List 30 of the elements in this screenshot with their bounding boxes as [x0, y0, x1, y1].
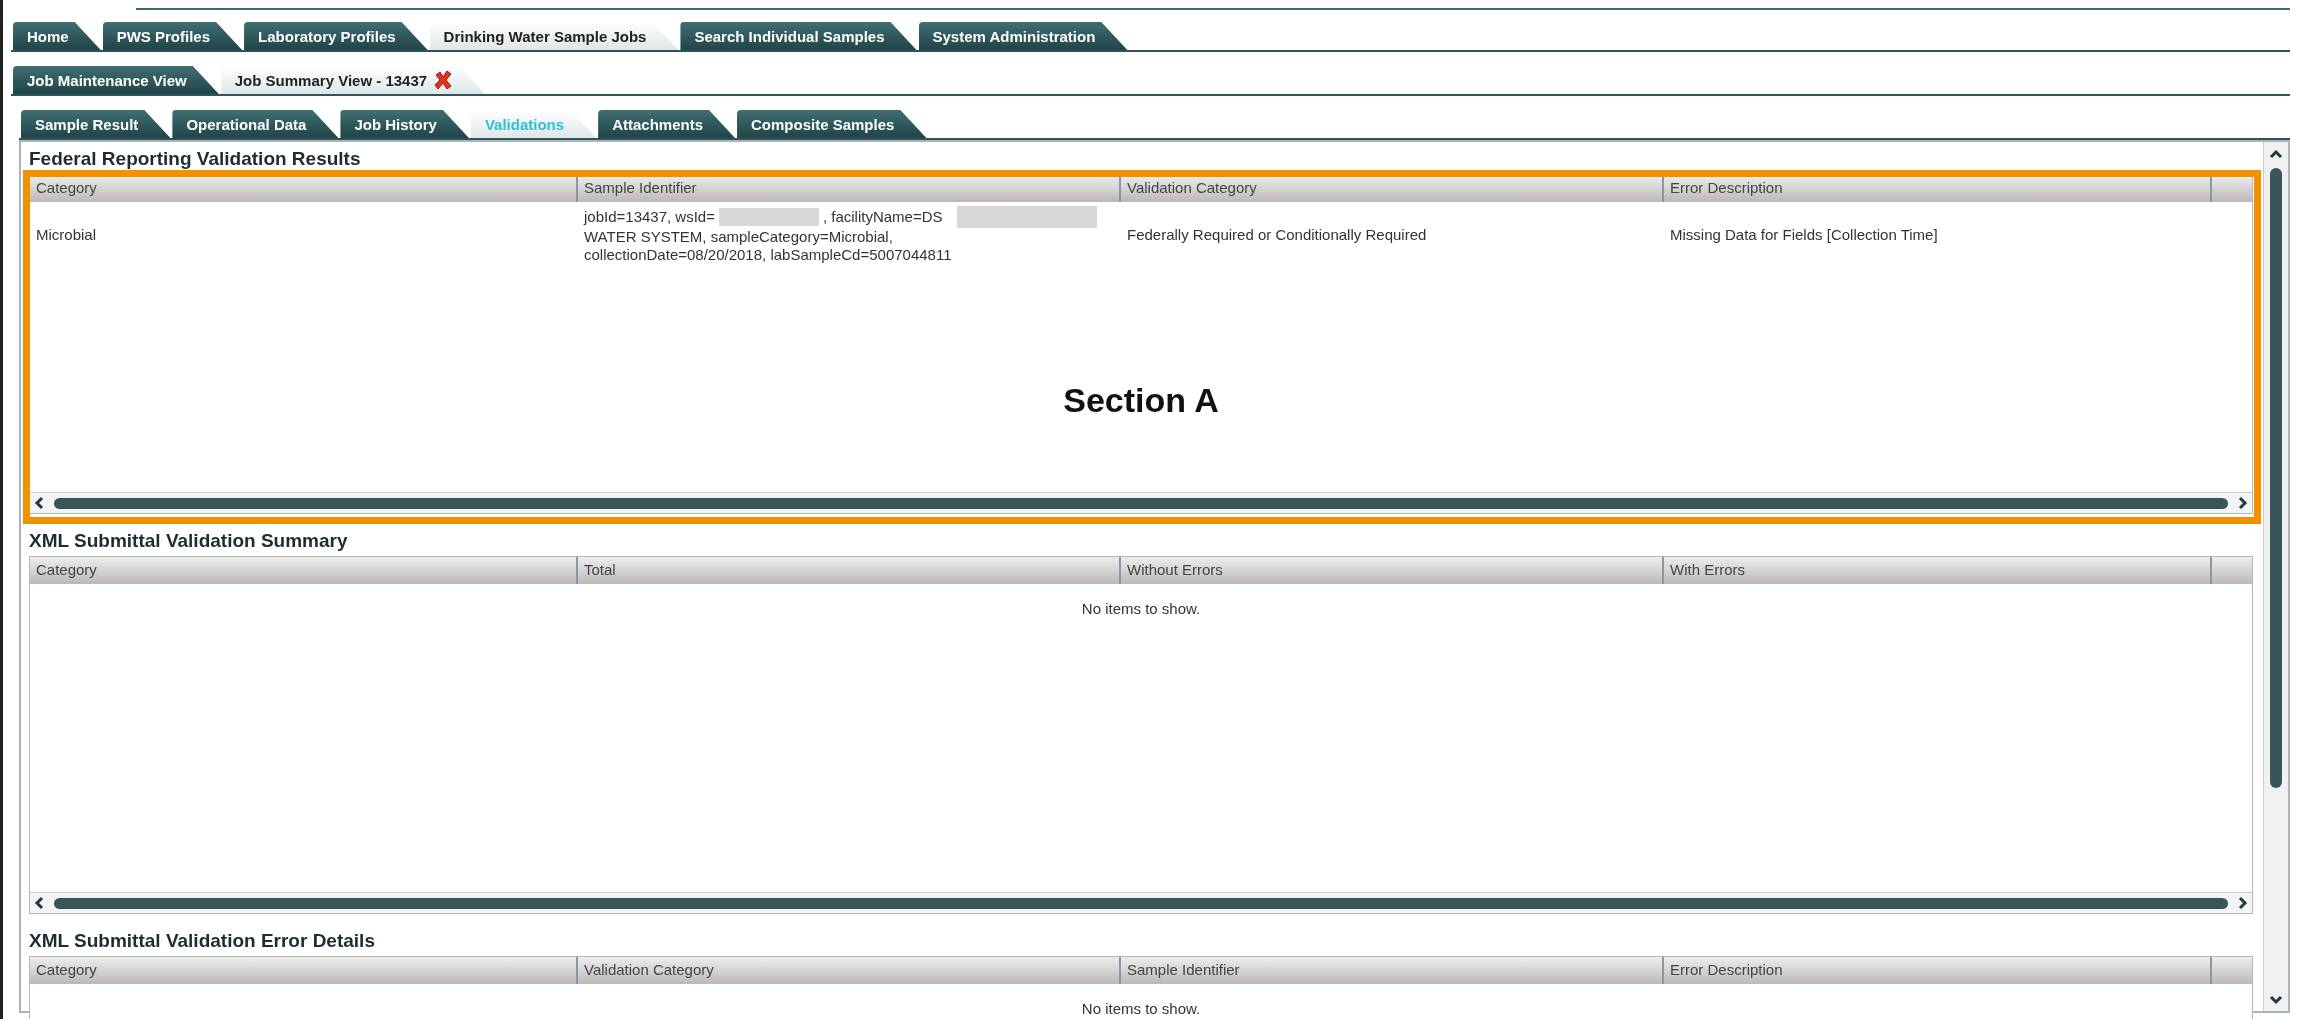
horizontal-scrollbar[interactable] — [30, 892, 2252, 913]
detail-tab[interactable]: Operational Data — [172, 110, 339, 138]
empty-message: No items to show. — [1080, 999, 1202, 1017]
section-title: Federal Reporting Validation Results — [29, 147, 362, 171]
nav-tab[interactable]: Home — [13, 22, 101, 50]
nav-tab[interactable]: Drinking Water Sample Jobs — [429, 22, 679, 50]
table-cell: collectionDate=08/20/2018, labSampleCd=5007044811 — [584, 246, 952, 264]
empty-message: No items to show. — [1080, 599, 1202, 617]
section-title: XML Submittal Validation Summary — [29, 529, 349, 553]
table-cell: Federally Required or Conditionally Required — [1127, 226, 1427, 244]
detail-tab[interactable]: Job History — [340, 110, 469, 138]
section-title: XML Submittal Validation Error Details — [29, 929, 376, 953]
vertical-scrollbar[interactable] — [2263, 142, 2288, 1011]
table-cell: Missing Data for Fields [Collection Time] — [1670, 226, 1938, 244]
table-cell: jobId=13437, wsId= — [584, 208, 715, 226]
nav-tab[interactable]: Search Individual Samples — [680, 22, 917, 50]
nav-tab[interactable]: System Administration — [918, 22, 1128, 50]
annotation-label: Section A — [1062, 381, 1220, 420]
close-icon[interactable] — [433, 70, 454, 90]
nav-tab[interactable]: Laboratory Profiles — [244, 22, 428, 50]
horizontal-scrollbar[interactable] — [30, 492, 2252, 513]
view-tab[interactable]: Job Maintenance View — [13, 66, 219, 94]
detail-tab[interactable]: Composite Samples — [737, 110, 927, 138]
view-tab[interactable]: Job Summary View - 13437 — [220, 66, 486, 94]
table-cell: Microbial — [36, 226, 96, 244]
table-cell: WATER SYSTEM, sampleCategory=Microbial, — [584, 228, 893, 246]
detail-tab[interactable]: Sample Result — [21, 110, 171, 138]
table-cell: , facilityName=DS — [822, 208, 943, 226]
nav-tab[interactable]: PWS Profiles — [102, 22, 243, 50]
detail-tab[interactable]: Attachments — [598, 110, 735, 138]
